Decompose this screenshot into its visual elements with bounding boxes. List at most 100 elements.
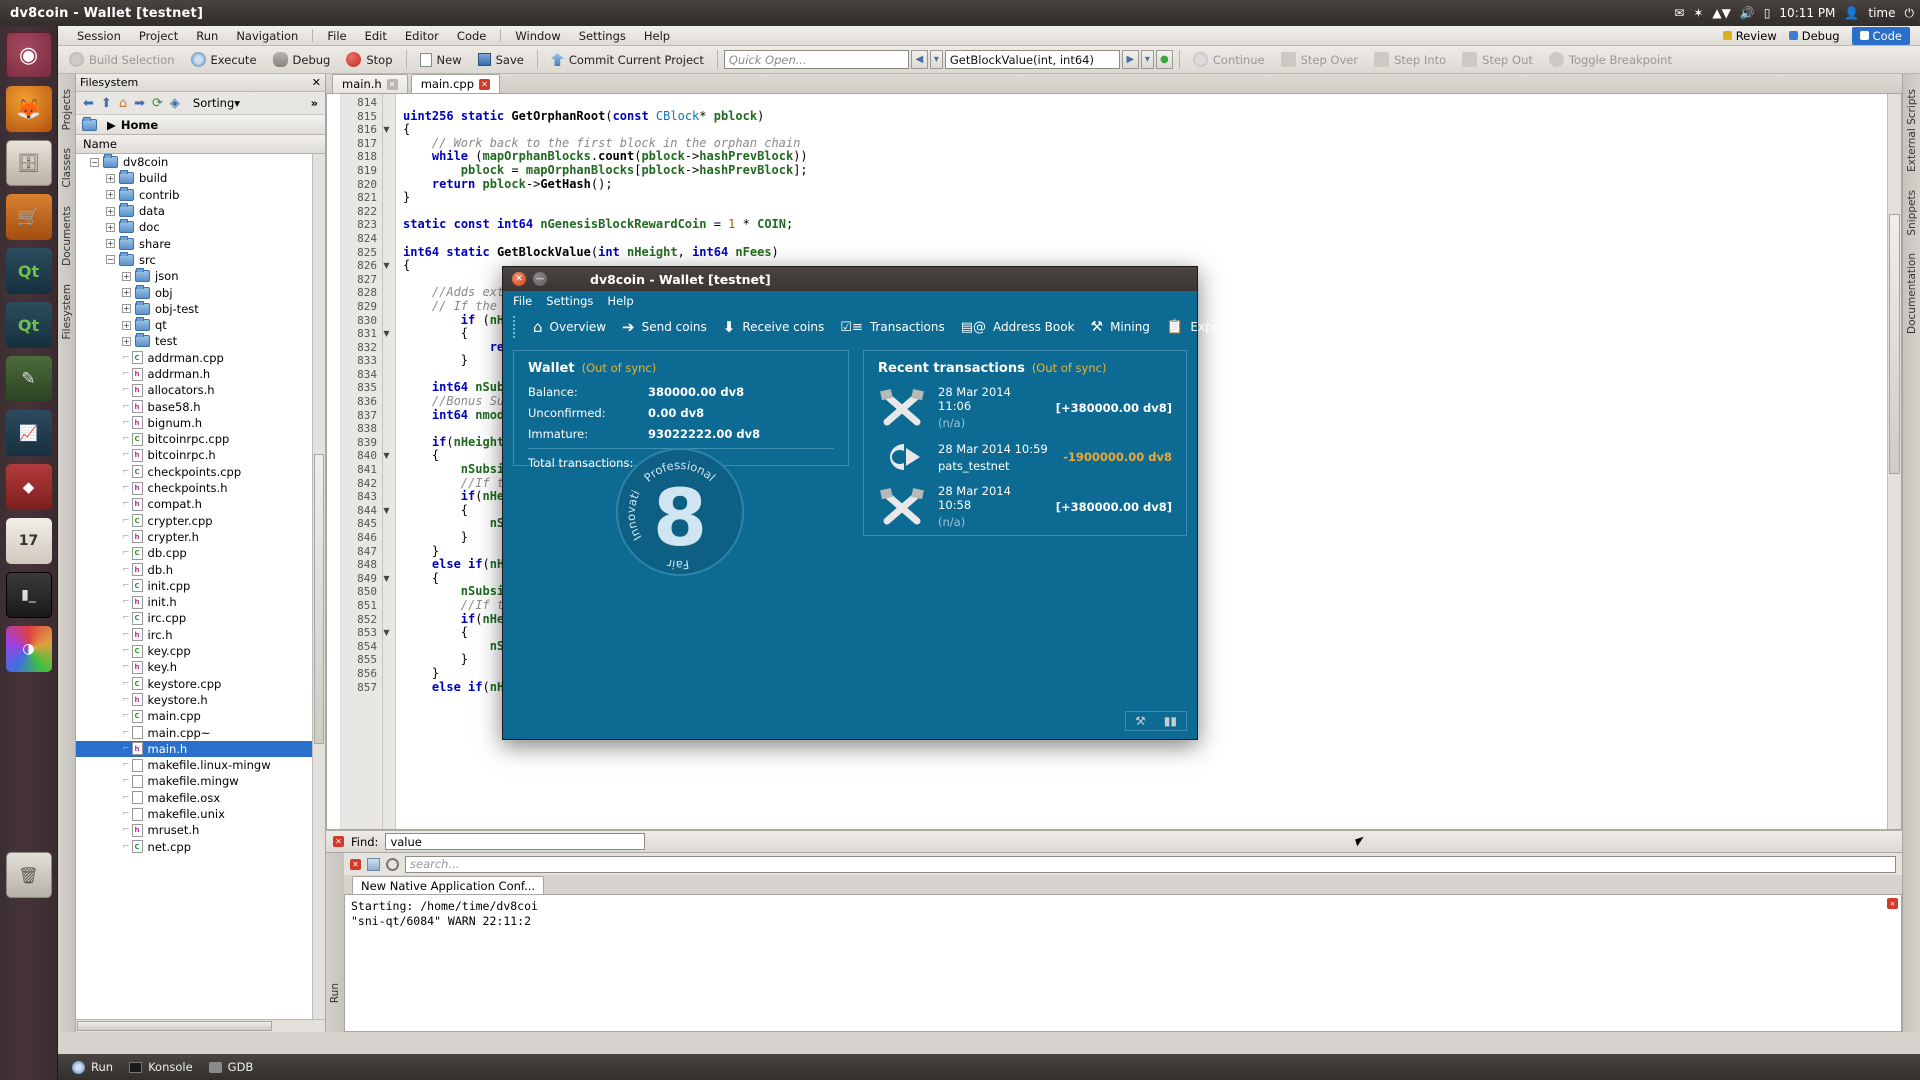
filesystem-breadcrumb[interactable]: ▶ Home [76,114,325,135]
tree-item[interactable]: + data [76,203,325,219]
output-tab-native-app[interactable]: New Native Application Conf... [352,876,545,894]
tree-item[interactable]: + doc [76,219,325,235]
battery-icon[interactable]: ▯ [1764,6,1771,20]
tree-item[interactable]: + share [76,235,325,251]
tree-item[interactable]: + build [76,170,325,186]
expand-icon[interactable]: + [106,173,115,183]
build-selection-button[interactable]: Build Selection [62,50,182,69]
bluetooth-icon[interactable]: ✶ [1693,6,1703,20]
new-button[interactable]: New [413,51,469,69]
launcher-item-qtcreator-1[interactable]: Qt [5,248,52,294]
tree-item[interactable]: + test [76,333,325,349]
filesystem-tree[interactable]: − dv8coin + build + contrib + data + doc + share − sr… [76,154,325,1019]
menu-file[interactable]: File [318,27,355,45]
wallet-menu-file[interactable]: File [513,294,532,308]
sorting-menu[interactable]: Sorting▾ [193,96,240,110]
tree-item[interactable]: ⌐ h compat.h [76,496,325,512]
launcher-item-files[interactable]: 🗄 [5,140,52,186]
mail-icon[interactable]: ✉ [1674,6,1684,20]
stop-button[interactable]: Stop [339,50,399,69]
menu-project[interactable]: Project [130,27,187,45]
home-icon[interactable]: ⌂ [119,96,127,111]
vtab-projects[interactable]: Projects [60,80,74,139]
tree-item-selected[interactable]: ⌐ h main.h [76,740,325,757]
tree-item[interactable]: − dv8coin [76,154,325,170]
wallet-menu-help[interactable]: Help [607,294,633,308]
back-icon[interactable]: ⬅ [83,96,94,111]
menu-window[interactable]: Window [506,27,569,45]
tree-item[interactable]: ⌐ h key.h [76,659,325,675]
expand-icon[interactable]: + [122,271,131,281]
close-icon[interactable]: ✕ [312,76,321,89]
find-input[interactable]: value [385,833,646,850]
nav-back-dropdown[interactable]: ▾ [929,50,943,69]
close-icon[interactable]: ✕ [350,858,361,870]
tree-item[interactable]: ⌐ Cinit.cpp [76,578,325,594]
vtab-documents[interactable]: Documents [60,197,74,275]
tree-item[interactable]: ⌐ Cdb.cpp [76,545,325,561]
wallet-tab-transactions[interactable]: ☑≡ Transactions [840,320,944,335]
close-icon[interactable]: ✕ [479,78,490,90]
mining-status-icon[interactable]: ⚒ [1135,714,1146,728]
tree-item[interactable]: ⌐ h init.h [76,594,325,610]
menu-code[interactable]: Code [448,27,495,45]
editor-vscrollbar[interactable] [1887,94,1901,829]
scroll-thumb[interactable] [314,454,324,744]
tree-item[interactable]: ⌐ Cmain.cpp [76,708,325,724]
vtab-snippets[interactable]: Snippets [1905,181,1919,245]
tree-item[interactable]: ⌐ makefile.mingw [76,773,325,789]
tree-item[interactable]: ⌐ h allocators.h [76,382,325,398]
statusbar-konsole[interactable]: Konsole [129,1060,193,1074]
symbol-selector-input[interactable]: GetBlockValue(int, int64) [944,50,1120,69]
expand-icon[interactable]: + [122,336,131,346]
overflow-icon[interactable]: » [311,96,318,110]
tree-item[interactable]: ⌐ h bitcoinrpc.h [76,447,325,463]
output-search-input[interactable]: search... [405,855,1896,873]
quick-open-input[interactable]: Quick Open... [723,50,909,69]
step-over-button[interactable]: Step Over [1274,50,1366,69]
launcher-item-system-monitor[interactable]: 📈 [5,410,52,456]
fold-marker[interactable]: ▼ [383,259,395,273]
scroll-thumb[interactable] [77,1021,272,1031]
filesystem-hscrollbar[interactable] [76,1019,325,1032]
wallet-tab-mining[interactable]: ⚒ Mining [1091,319,1150,335]
close-icon[interactable]: ✕ [333,836,344,847]
wallet-tab-send-coins[interactable]: ➔ Send coins [622,318,707,336]
tree-item[interactable]: ⌐ makefile.unix [76,806,325,822]
expand-icon[interactable]: + [106,190,115,200]
scroll-thumb[interactable] [1889,214,1900,474]
filesystem-vscrollbar[interactable] [312,154,325,1019]
fold-marker[interactable]: ▼ [383,572,395,586]
expand-icon[interactable]: + [122,320,131,330]
tree-item[interactable]: ⌐ main.cpp~ [76,724,325,740]
up-icon[interactable]: ⬆ [101,96,112,111]
step-out-button[interactable]: Step Out [1455,50,1540,69]
nav-forward-dropdown[interactable]: ▾ [1140,50,1154,69]
tree-item[interactable]: ⌐ Cnet.cpp [76,838,325,854]
tree-item[interactable]: − src [76,251,325,268]
username-label[interactable]: time [1868,6,1895,20]
wallet-tab-overview[interactable]: ⌂ Overview [533,318,606,336]
forward-icon[interactable]: ➡ [134,96,145,111]
vtab-classes[interactable]: Classes [60,139,74,197]
tree-item[interactable]: ⌐ Ckeystore.cpp [76,676,325,692]
minimize-icon[interactable]: — [533,272,547,286]
user-icon[interactable]: 👤 [1844,6,1859,20]
editor-tab-main-cpp[interactable]: main.cpp ✕ [410,74,500,93]
mode-button-code[interactable]: Code [1851,26,1910,45]
statusbar-gdb[interactable]: GDB [208,1060,253,1074]
collapse-icon[interactable]: − [90,157,99,167]
debug-button[interactable]: Debug [266,50,338,69]
vtab-external-scripts[interactable]: External Scripts [1905,80,1919,181]
statusbar-run[interactable]: Run [72,1060,113,1074]
wallet-tab-export[interactable]: 📋 Export [1166,319,1230,335]
vtab-documentation[interactable]: Documentation [1905,244,1919,343]
launcher-item-app-red[interactable]: ◆ [5,464,52,510]
tree-item[interactable]: ⌐ h checkpoints.h [76,480,325,496]
network-status-icon[interactable]: ▮▮ [1164,714,1177,728]
tree-item[interactable]: ⌐ Ccrypter.cpp [76,513,325,529]
fold-marker[interactable]: ▼ [383,327,395,341]
wallet-menu-settings[interactable]: Settings [546,294,593,308]
nav-forward-button[interactable]: ▶ [1121,50,1139,69]
expand-icon[interactable]: + [122,304,131,314]
